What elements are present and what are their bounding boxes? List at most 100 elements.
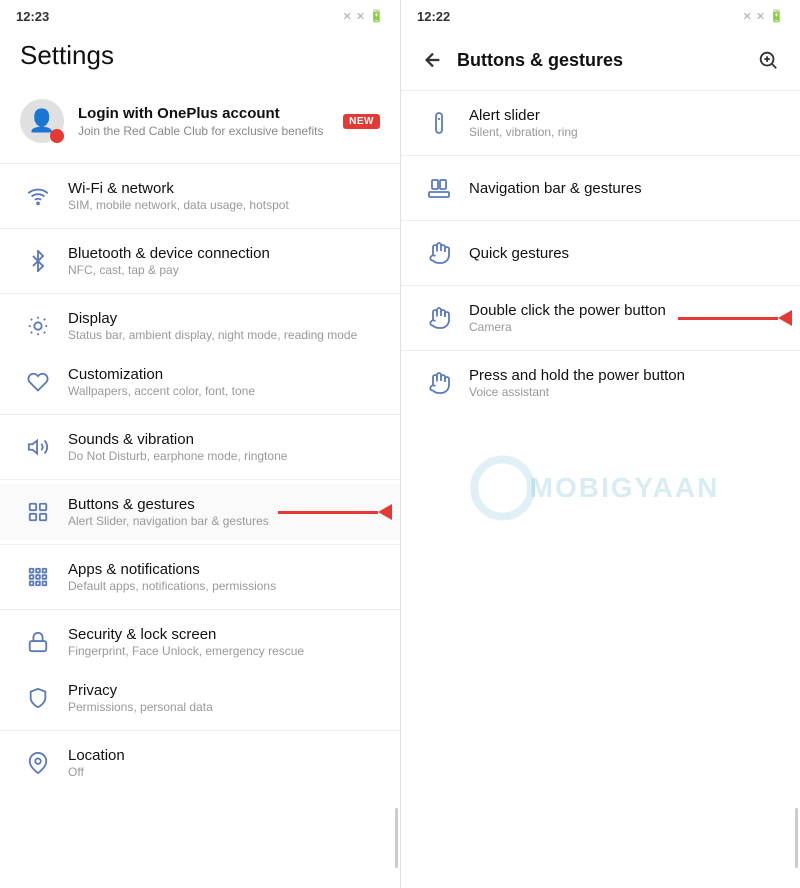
right-panel-title: Buttons & gestures	[457, 50, 752, 71]
divider-5	[0, 544, 400, 545]
left-time: 12:23	[16, 9, 49, 24]
buttons-icon	[20, 494, 56, 530]
wifi-status-icon: ✕	[356, 10, 365, 23]
sounds-title: Sounds & vibration	[68, 431, 380, 448]
right-time: 12:22	[417, 9, 450, 24]
alert-slider-text: Alert slider Silent, vibration, ring	[469, 107, 578, 139]
sidebar-item-buttons[interactable]: Buttons & gestures Alert Slider, navigat…	[0, 484, 400, 540]
divider-3	[0, 414, 400, 415]
divider-2	[0, 293, 400, 294]
navigation-icon	[421, 170, 457, 206]
apps-title: Apps & notifications	[68, 561, 380, 578]
login-title: Login with OnePlus account	[78, 105, 343, 122]
right-panel: 12:22 ✕ ✕ 🔋 Buttons & gestures	[400, 0, 800, 888]
privacy-text: Privacy Permissions, personal data	[68, 682, 380, 714]
security-text: Security & lock screen Fingerprint, Face…	[68, 626, 380, 658]
apps-text: Apps & notifications Default apps, notif…	[68, 561, 380, 593]
right-status-bar: 12:22 ✕ ✕ 🔋	[401, 0, 800, 32]
navigation-title: Navigation bar & gestures	[469, 180, 642, 197]
security-icon	[20, 624, 56, 660]
right-divider-4	[401, 350, 800, 351]
customization-text: Customization Wallpapers, accent color, …	[68, 366, 380, 398]
right-list: Alert slider Silent, vibration, ring Nav…	[401, 93, 800, 888]
display-subtitle: Status bar, ambient display, night mode,…	[68, 328, 380, 342]
search-button[interactable]	[752, 44, 784, 76]
right-divider-3	[401, 285, 800, 286]
right-divider-2	[401, 220, 800, 221]
double-click-text: Double click the power button Camera	[469, 302, 666, 334]
right-status-icons: ✕ ✕ 🔋	[743, 9, 784, 23]
sidebar-item-display[interactable]: Display Status bar, ambient display, nig…	[0, 298, 400, 354]
buttons-title: Buttons & gestures	[68, 496, 380, 513]
right-battery-icon: 🔋	[769, 9, 784, 23]
sounds-icon	[20, 429, 56, 465]
right-item-navigation[interactable]: Navigation bar & gestures	[401, 158, 800, 218]
location-title: Location	[68, 747, 380, 764]
security-subtitle: Fingerprint, Face Unlock, emergency resc…	[68, 644, 380, 658]
left-status-bar: 12:23 ✕ ✕ 🔋	[0, 0, 400, 32]
right-item-press-hold[interactable]: Press and hold the power button Voice as…	[401, 353, 800, 413]
quick-gestures-icon	[421, 235, 457, 271]
display-title: Display	[68, 310, 380, 327]
avatar: 👤	[20, 99, 64, 143]
divider-4	[0, 479, 400, 480]
divider-6	[0, 609, 400, 610]
customization-icon	[20, 364, 56, 400]
location-subtitle: Off	[68, 765, 380, 779]
left-panel: 12:23 ✕ ✕ 🔋 Settings 👤 Login with OnePlu…	[0, 0, 400, 888]
quick-gestures-text: Quick gestures	[469, 245, 569, 262]
alert-slider-icon	[421, 105, 457, 141]
double-click-icon	[421, 300, 457, 336]
sidebar-item-sounds[interactable]: Sounds & vibration Do Not Disturb, earph…	[0, 419, 400, 475]
sidebar-item-location[interactable]: Location Off	[0, 735, 400, 791]
privacy-subtitle: Permissions, personal data	[68, 700, 380, 714]
bluetooth-title: Bluetooth & device connection	[68, 245, 380, 262]
sidebar-item-security[interactable]: Security & lock screen Fingerprint, Face…	[0, 614, 400, 670]
navigation-text: Navigation bar & gestures	[469, 180, 642, 197]
right-item-double-click[interactable]: Double click the power button Camera	[401, 288, 800, 348]
login-subtitle: Join the Red Cable Club for exclusive be…	[78, 124, 343, 138]
apps-subtitle: Default apps, notifications, permissions	[68, 579, 380, 593]
sidebar-item-apps[interactable]: Apps & notifications Default apps, notif…	[0, 549, 400, 605]
right-item-quick-gestures[interactable]: Quick gestures	[401, 223, 800, 283]
login-card[interactable]: 👤 Login with OnePlus account Join the Re…	[0, 87, 400, 155]
left-scrollbar[interactable]	[395, 808, 398, 868]
right-top-divider	[401, 90, 800, 91]
signal-icon: ✕	[343, 10, 352, 23]
location-text: Location Off	[68, 747, 380, 779]
privacy-title: Privacy	[68, 682, 380, 699]
sidebar-item-wifi[interactable]: Wi-Fi & network SIM, mobile network, dat…	[0, 168, 400, 224]
left-status-icons: ✕ ✕ 🔋	[343, 9, 384, 23]
bluetooth-text: Bluetooth & device connection NFC, cast,…	[68, 245, 380, 277]
divider-7	[0, 730, 400, 731]
display-icon	[20, 308, 56, 344]
double-click-title: Double click the power button	[469, 302, 666, 319]
right-divider-1	[401, 155, 800, 156]
customization-subtitle: Wallpapers, accent color, font, tone	[68, 384, 380, 398]
security-title: Security & lock screen	[68, 626, 380, 643]
sidebar-item-bluetooth[interactable]: Bluetooth & device connection NFC, cast,…	[0, 233, 400, 289]
customization-title: Customization	[68, 366, 380, 383]
wifi-icon	[20, 178, 56, 214]
back-button[interactable]	[417, 44, 449, 76]
press-hold-icon	[421, 365, 457, 401]
quick-gestures-title: Quick gestures	[469, 245, 569, 262]
sidebar-item-customization[interactable]: Customization Wallpapers, accent color, …	[0, 354, 400, 410]
right-scrollbar[interactable]	[795, 808, 798, 868]
divider-1	[0, 228, 400, 229]
battery-icon: 🔋	[369, 9, 384, 23]
buttons-text: Buttons & gestures Alert Slider, navigat…	[68, 496, 380, 528]
sidebar-item-privacy[interactable]: Privacy Permissions, personal data	[0, 670, 400, 726]
right-item-alert-slider[interactable]: Alert slider Silent, vibration, ring	[401, 93, 800, 153]
press-hold-text: Press and hold the power button Voice as…	[469, 367, 685, 399]
double-click-subtitle: Camera	[469, 320, 666, 334]
wifi-text: Wi-Fi & network SIM, mobile network, dat…	[68, 180, 380, 212]
divider-top	[0, 163, 400, 164]
login-text: Login with OnePlus account Join the Red …	[78, 105, 343, 138]
right-wifi-icon: ✕	[756, 10, 765, 23]
settings-title: Settings	[20, 40, 380, 71]
right-header: Buttons & gestures	[401, 32, 800, 88]
buttons-subtitle: Alert Slider, navigation bar & gestures	[68, 514, 380, 528]
bluetooth-icon	[20, 243, 56, 279]
alert-slider-title: Alert slider	[469, 107, 578, 124]
